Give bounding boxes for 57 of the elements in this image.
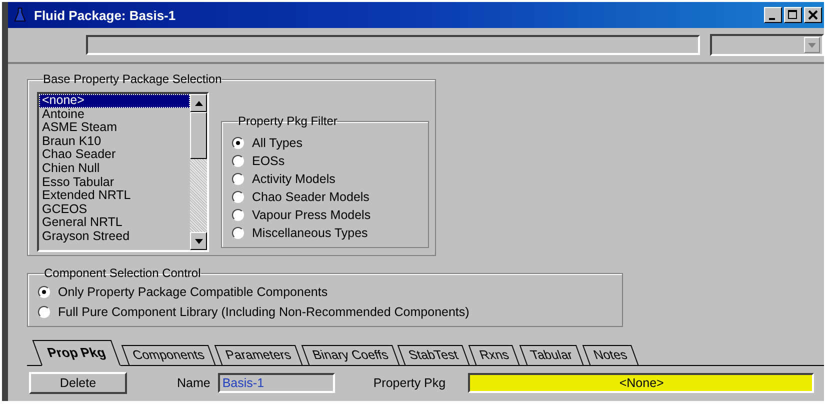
list-item[interactable]: ASME Steam <box>39 121 190 135</box>
down-arrow-icon <box>194 238 202 244</box>
list-item[interactable]: <none> <box>39 94 190 108</box>
minimize-icon <box>769 18 775 20</box>
radio-button[interactable] <box>232 190 244 202</box>
close-icon <box>808 10 818 20</box>
tab[interactable]: Parameters <box>214 345 302 365</box>
radio-label[interactable]: All Types <box>252 136 302 150</box>
list-item[interactable]: Chien Null <box>39 162 190 176</box>
list-item[interactable]: Extended NRTL <box>39 189 190 203</box>
up-arrow-icon <box>194 100 202 106</box>
radio-label[interactable]: Vapour Press Models <box>252 208 371 222</box>
list-item[interactable]: Braun K10 <box>39 134 190 148</box>
text-field[interactable] <box>86 35 700 55</box>
maximize-button[interactable] <box>784 7 802 23</box>
tab[interactable]: Rxns <box>468 345 520 365</box>
tab[interactable]: Components <box>121 345 216 365</box>
close-button[interactable] <box>804 7 822 23</box>
radio-label[interactable]: Activity Models <box>252 172 336 186</box>
radio-label[interactable]: EOSs <box>252 154 285 168</box>
radio-button[interactable] <box>232 154 244 166</box>
tab[interactable]: Binary Coeffs <box>300 345 400 365</box>
name-label: Name <box>177 376 210 390</box>
list-item[interactable]: Chao Seader <box>39 148 190 162</box>
list-item[interactable]: Grayson Streed <box>39 230 190 244</box>
radio-button[interactable] <box>232 226 244 238</box>
window-title: Fluid Package: Basis-1 <box>34 8 177 22</box>
tab[interactable]: Prop Pkg <box>32 340 121 366</box>
radio-label[interactable]: Only Property Package Compatible Components <box>58 284 328 298</box>
delete-button[interactable]: Delete <box>29 372 127 394</box>
radio-label[interactable]: Full Pure Component Library (Including Non-Recommended Components) <box>58 304 470 318</box>
radio-button[interactable] <box>38 306 50 318</box>
radio-label[interactable]: Miscellaneous Types <box>252 226 368 240</box>
radio-button[interactable] <box>232 172 244 184</box>
property-pkg-label: Property Pkg <box>373 376 446 390</box>
minimize-button[interactable] <box>764 7 782 23</box>
radio-button[interactable] <box>38 286 50 298</box>
name-field[interactable]: Basis-1 <box>218 373 336 393</box>
tab[interactable]: StabTest <box>398 345 470 365</box>
group-title: Base Property Package Selection <box>43 72 222 86</box>
maximize-icon <box>788 10 798 20</box>
radio-button[interactable] <box>232 208 244 220</box>
group-title: Component Selection Control <box>44 266 201 280</box>
list-item[interactable]: GCEOS <box>39 202 190 216</box>
tab[interactable]: Tabular <box>518 345 584 365</box>
flask-icon <box>14 7 26 23</box>
dropdown-field[interactable] <box>710 34 824 56</box>
list-item[interactable]: Antoine <box>39 108 190 122</box>
tab[interactable]: Notes <box>582 345 638 365</box>
group-title: Property Pkg Filter <box>238 114 338 128</box>
property-pkg-field[interactable]: <None> <box>468 373 814 393</box>
radio-button[interactable] <box>232 136 244 148</box>
list-item[interactable]: Esso Tabular <box>39 176 190 190</box>
scrollbar[interactable] <box>190 94 207 250</box>
caret-icon <box>808 42 816 48</box>
list-item[interactable]: General NRTL <box>39 216 190 230</box>
radio-label[interactable]: Chao Seader Models <box>252 190 370 204</box>
